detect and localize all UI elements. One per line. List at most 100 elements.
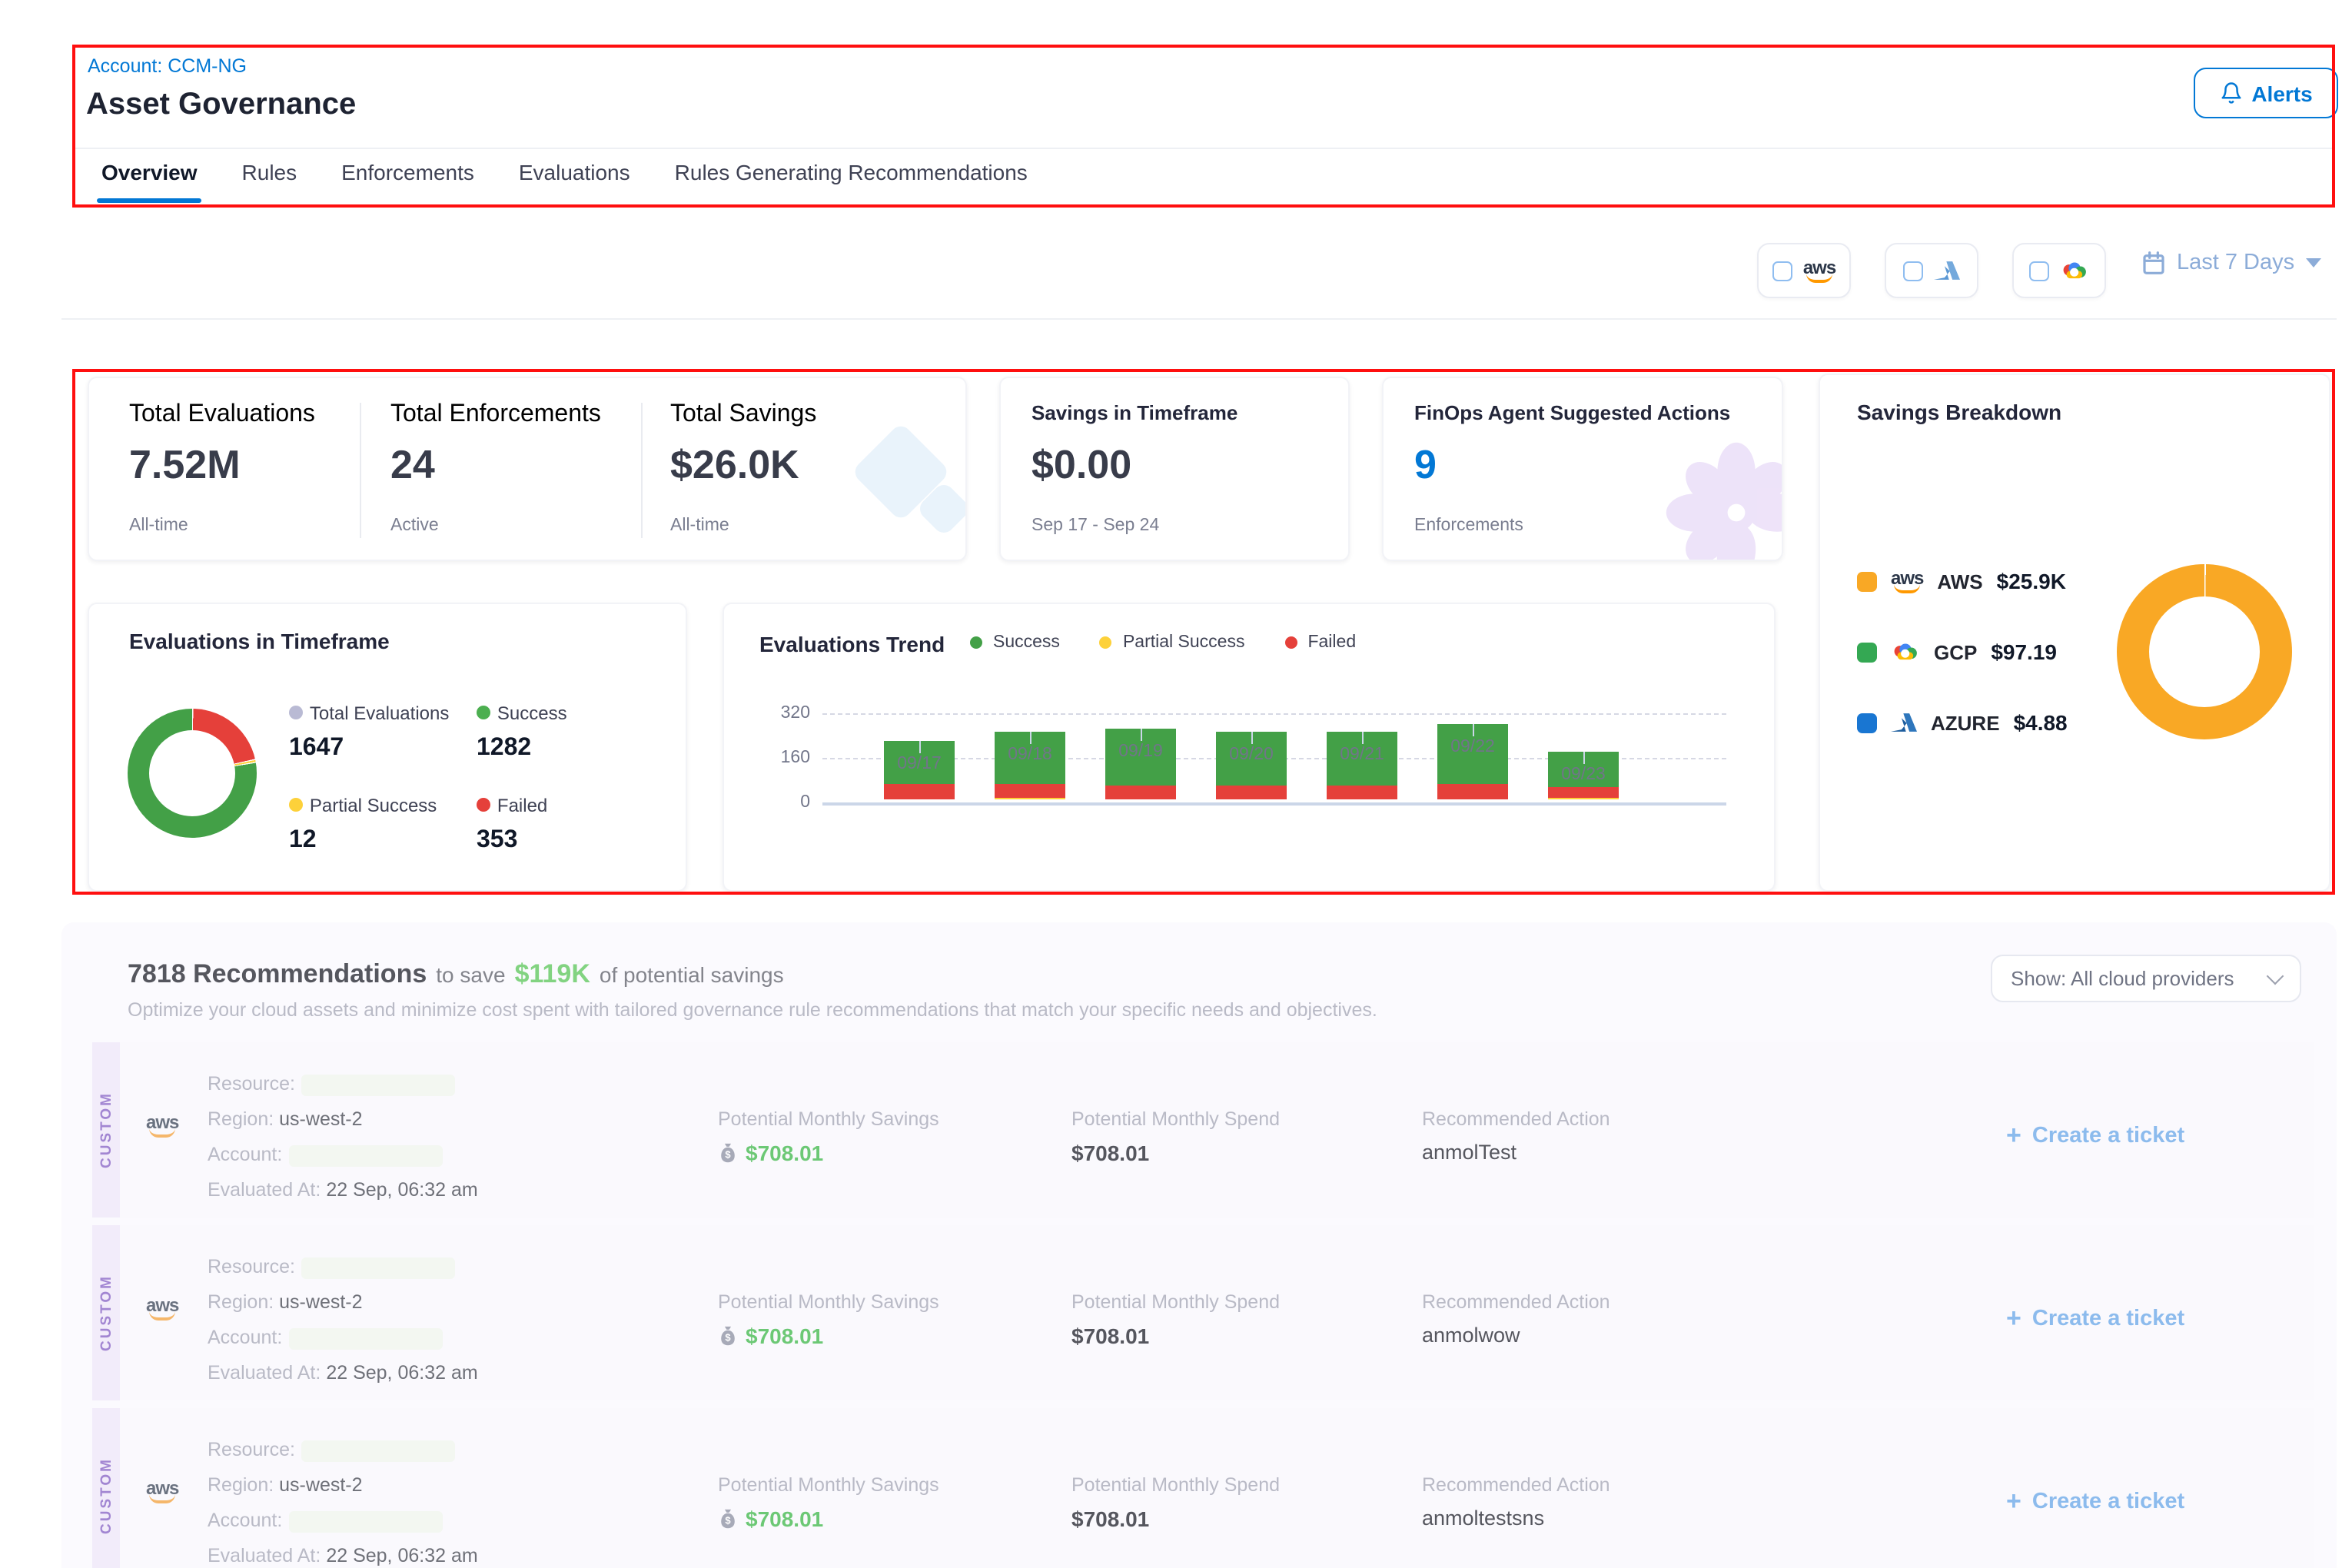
- potential-monthly-spend: $708.01: [1071, 1324, 1149, 1348]
- potential-savings-amount: $119K: [515, 959, 590, 990]
- gcp-checkbox[interactable]: [2029, 261, 2049, 281]
- svg-text:$: $: [725, 1149, 731, 1161]
- aws-icon: aws: [146, 1113, 178, 1138]
- bar-09/17: 09/17: [884, 740, 955, 799]
- x-tick: [919, 740, 921, 752]
- asset-governance-page: Account: CCM-NG Asset Governance Alerts …: [0, 0, 2352, 1568]
- legend-item-azure: AZURE $4.88: [1857, 710, 2068, 735]
- gcp-icon: [1891, 640, 1920, 663]
- azure-legend-value: $4.88: [2014, 710, 2068, 735]
- cloud-provider-filter-dropdown[interactable]: Show: All cloud providers: [1991, 955, 2301, 1002]
- savings-breakdown-donut: [2117, 564, 2292, 739]
- bar-09/21: 09/21: [1327, 732, 1397, 799]
- trend-bars: 09/17 09/18 09/19 09/20 09/21 09/22 09/23: [884, 710, 1619, 799]
- potential-monthly-savings: $ $708.01: [718, 1507, 823, 1531]
- failed-dot: [477, 798, 490, 812]
- breadcrumb[interactable]: Account: CCM-NG: [88, 55, 247, 77]
- legend-total-evaluations: Total Evaluations 1647: [289, 699, 449, 762]
- custom-tag: CUSTOM: [92, 1408, 120, 1568]
- savings-breakdown-title: Savings Breakdown: [1857, 400, 2061, 424]
- header-divider: [75, 148, 2334, 149]
- x-tick: [1030, 732, 1031, 744]
- recommendations-count: 7818 Recommendations: [128, 959, 427, 990]
- bar-segment-failed: [1105, 786, 1176, 799]
- x-label: 09/17: [897, 754, 942, 772]
- bar-segment-failed: [1548, 787, 1619, 798]
- provider-filter-azure[interactable]: [1885, 243, 1978, 298]
- aws-legend-swatch: [1857, 571, 1877, 591]
- x-label: 09/20: [1229, 746, 1274, 764]
- divider: [641, 403, 643, 538]
- potential-monthly-spend: $708.01: [1071, 1141, 1149, 1165]
- provider-filter-gcp[interactable]: [2012, 243, 2106, 298]
- tab-overview[interactable]: Overview: [101, 160, 198, 203]
- legend-success: Success 1282: [477, 699, 567, 762]
- plus-icon: +: [2006, 1121, 2021, 1151]
- x-label: 09/22: [1450, 737, 1495, 756]
- bar-segment-failed: [884, 784, 955, 799]
- bar-segment-failed: [1437, 784, 1508, 799]
- total-enforcements-label: Total Enforcements: [390, 401, 601, 429]
- legend-item-gcp: GCP $97.19: [1857, 639, 2057, 664]
- legend-failed: Failed 353: [477, 792, 547, 855]
- x-label: 09/19: [1118, 742, 1163, 761]
- bar-segment-failed: [1216, 786, 1287, 799]
- total-savings-label: Total Savings: [670, 401, 816, 429]
- create-ticket-button[interactable]: + Create a ticket: [2006, 1487, 2184, 1517]
- potential-monthly-spend: $708.01: [1071, 1507, 1149, 1531]
- aws-checkbox[interactable]: [1772, 261, 1792, 281]
- azure-icon: [1934, 260, 1960, 281]
- savings-timeframe-card: Savings in Timeframe $0.00 Sep 17 - Sep …: [999, 377, 1350, 561]
- legend-partial-success: Partial Success 12: [289, 792, 437, 855]
- custom-tag: CUSTOM: [92, 1225, 120, 1400]
- gcp-icon: [2060, 259, 2089, 282]
- potential-monthly-savings: $ $708.01: [718, 1324, 823, 1348]
- recommendations-section: 7818 Recommendations to save $119K of po…: [61, 922, 2337, 1568]
- potential-monthly-savings: $ $708.01: [718, 1141, 823, 1165]
- date-range-picker[interactable]: Last 7 Days: [2141, 251, 2320, 275]
- bar-09/20: 09/20: [1216, 732, 1287, 799]
- azure-checkbox[interactable]: [1903, 261, 1923, 281]
- x-tick: [1251, 732, 1253, 744]
- bar-segment-failed: [1327, 786, 1397, 799]
- chevron-down-icon: [2305, 258, 2320, 267]
- evaluations-timeframe-card: Evaluations in Timeframe Total Evaluatio…: [88, 603, 687, 892]
- tab-rules[interactable]: Rules: [242, 160, 297, 203]
- redacted-account: [288, 1327, 442, 1349]
- tab-rules-generating-recommendations[interactable]: Rules Generating Recommendations: [675, 160, 1028, 203]
- svg-text:$: $: [725, 1515, 731, 1526]
- total-enforcements-sub: Active: [390, 517, 439, 535]
- azure-icon: [1891, 712, 1917, 733]
- evaluations-timeframe-title: Evaluations in Timeframe: [129, 629, 390, 653]
- bar-09/18: 09/18: [995, 732, 1065, 799]
- provider-filter-aws[interactable]: aws: [1757, 243, 1851, 298]
- trend-legend-failed: Failed: [1284, 633, 1356, 652]
- tab-enforcements[interactable]: Enforcements: [341, 160, 474, 203]
- recommended-action: anmolTest: [1422, 1141, 1517, 1164]
- plus-icon: +: [2006, 1304, 2021, 1334]
- aws-legend-label: AWS: [1937, 570, 1982, 593]
- page-title: Asset Governance: [86, 88, 356, 123]
- savings-timeframe-value: $0.00: [1031, 441, 1131, 489]
- aws-legend-value: $25.9K: [1997, 569, 2066, 593]
- finops-value: 9: [1414, 441, 1437, 489]
- redacted-account: [288, 1510, 442, 1532]
- finops-label: FinOps Agent Suggested Actions: [1414, 401, 1730, 424]
- gcp-legend-swatch: [1857, 642, 1877, 662]
- custom-tag: CUSTOM: [92, 1042, 120, 1218]
- create-ticket-button[interactable]: + Create a ticket: [2006, 1121, 2184, 1151]
- calendar-icon: [2141, 251, 2166, 275]
- trend-legend-partial: Partial Success: [1100, 633, 1245, 652]
- tab-evaluations[interactable]: Evaluations: [519, 160, 630, 203]
- x-label: 09/18: [1008, 746, 1052, 764]
- trend-legend: Success Partial Success Failed: [970, 633, 1356, 652]
- total-evaluations-dot: [289, 706, 303, 719]
- totals-card: Total Evaluations 7.52M All-time Total E…: [88, 377, 967, 561]
- recommendation-row: CUSTOM aws Resource: Region: us-west-2 A…: [92, 1042, 2314, 1218]
- y-tick-0: 0: [764, 793, 810, 812]
- x-label: 09/23: [1561, 766, 1606, 785]
- x-tick: [1141, 729, 1142, 741]
- alerts-button[interactable]: Alerts: [2194, 68, 2338, 118]
- create-ticket-button[interactable]: + Create a ticket: [2006, 1304, 2184, 1334]
- savings-timeframe-label: Savings in Timeframe: [1031, 401, 1237, 424]
